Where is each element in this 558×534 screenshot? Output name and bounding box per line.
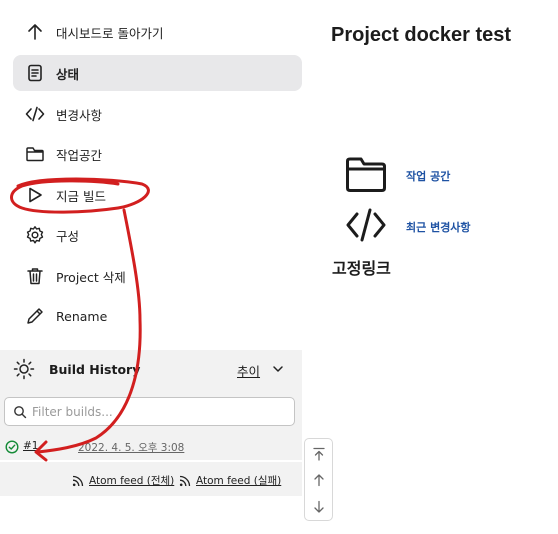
play-icon: [24, 184, 46, 206]
sidebar-item-label: Rename: [56, 308, 108, 324]
sidebar-item-label: Project 삭제: [56, 269, 126, 285]
permalinks-title: 고정링크: [332, 259, 391, 278]
sidebar-item-configure[interactable]: 구성: [13, 217, 302, 253]
arrow-up-icon: [24, 21, 46, 43]
page-up-button[interactable]: [305, 466, 332, 493]
arrow-up-to-top-icon: [312, 447, 325, 461]
atom-feed-all-link[interactable]: Atom feed (전체): [72, 473, 174, 488]
build-row[interactable]: #1 2022. 4. 5. 오후 3:08: [0, 434, 302, 460]
recent-changes-link[interactable]: 최근 변경사항: [406, 219, 471, 235]
build-history-title: Build History: [49, 361, 141, 377]
sidebar-item-rename[interactable]: Rename: [13, 298, 302, 334]
filter-builds-input[interactable]: [32, 404, 282, 419]
sidebar-item-label: 변경사항: [56, 107, 103, 123]
code-icon: [344, 205, 388, 245]
sidebar-item-back-to-dashboard[interactable]: 대시보드로 돌아가기: [13, 14, 302, 50]
sidebar: 대시보드로 돌아가기 상태 변경사항 작업공간 지금 빌드 구성 Project…: [0, 0, 333, 534]
build-history-header: Build History 추이: [0, 350, 302, 388]
chevron-down-icon[interactable]: [271, 362, 285, 376]
sidebar-item-delete-project[interactable]: Project 삭제: [13, 258, 302, 294]
workspace-link-row[interactable]: 작업 공간: [344, 154, 450, 194]
sidebar-item-status[interactable]: 상태: [13, 55, 302, 91]
atom-feeds: Atom feed (전체) Atom feed (실패): [0, 462, 302, 496]
search-icon: [14, 405, 27, 418]
recent-changes-link-row[interactable]: 최근 변경사항: [344, 205, 471, 245]
sidebar-item-label: 구성: [56, 228, 80, 244]
pencil-icon: [24, 305, 46, 327]
folder-icon: [344, 154, 388, 194]
gear-icon: [24, 224, 46, 246]
success-check-icon: [5, 440, 19, 454]
trash-icon: [24, 265, 46, 287]
page-down-button[interactable]: [305, 493, 332, 520]
trend-link[interactable]: 추이: [237, 361, 260, 380]
document-icon: [24, 62, 46, 84]
weather-sun-icon: [13, 358, 35, 380]
folder-icon: [24, 143, 46, 165]
build-number-link[interactable]: #1: [23, 440, 38, 452]
arrow-down-icon: [313, 500, 324, 513]
rss-icon: [72, 475, 84, 486]
sidebar-item-label: 작업공간: [56, 147, 103, 163]
sidebar-item-label: 대시보드로 돌아가기: [56, 25, 164, 41]
filter-builds-box[interactable]: [4, 397, 295, 426]
sidebar-item-build-now[interactable]: 지금 빌드: [13, 177, 302, 213]
sidebar-item-label: 지금 빌드: [56, 188, 106, 204]
atom-feed-failed-label: Atom feed (실패): [196, 475, 282, 487]
page-first-button[interactable]: [305, 440, 332, 467]
sidebar-item-label: 상태: [56, 66, 80, 82]
page-title: Project docker test: [331, 24, 512, 46]
build-date-link[interactable]: 2022. 4. 5. 오후 3:08: [78, 440, 184, 455]
filter-builds-container: [0, 388, 302, 434]
atom-feed-all-label: Atom feed (전체): [89, 475, 175, 487]
sidebar-item-workspace[interactable]: 작업공간: [13, 136, 302, 172]
atom-feed-failed-link[interactable]: Atom feed (실패): [179, 473, 281, 488]
sidebar-item-changes[interactable]: 변경사항: [13, 96, 302, 132]
arrow-up-icon: [313, 473, 324, 486]
workspace-link[interactable]: 작업 공간: [406, 168, 450, 184]
code-icon: [24, 103, 46, 125]
rss-icon: [179, 475, 191, 486]
build-history-pager: [304, 438, 333, 521]
